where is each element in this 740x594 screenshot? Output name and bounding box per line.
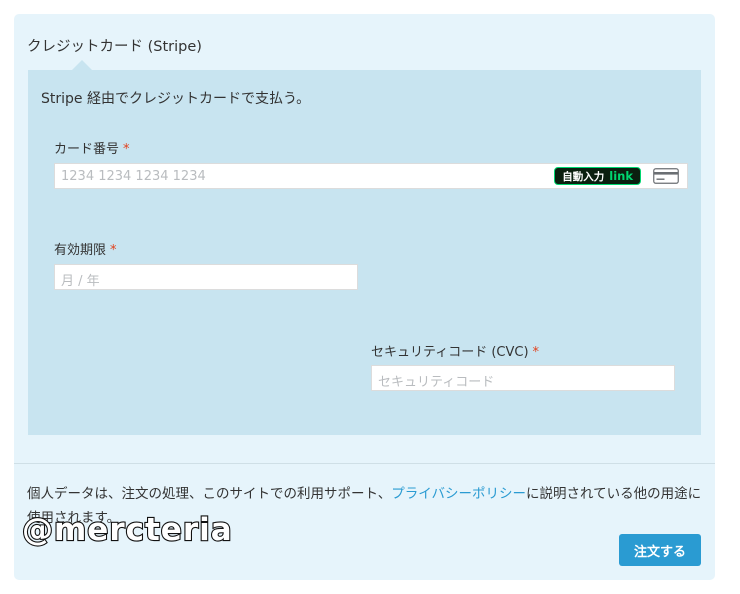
card-number-label: カード番号 * — [54, 138, 130, 157]
payment-box-notch — [72, 60, 92, 70]
link-logo: link — [609, 169, 633, 183]
payment-box: Stripe 経由でクレジットカードで支払う。 カード番号 * 1234 1234… — [28, 60, 701, 435]
required-mark: * — [123, 142, 130, 157]
payment-panel: クレジットカード (Stripe) Stripe 経由でクレジットカードで支払う… — [14, 14, 715, 580]
card-number-label-text: カード番号 — [54, 142, 120, 157]
privacy-policy-link[interactable]: プライバシーポリシー — [391, 486, 526, 502]
cvc-placeholder: セキュリティコード — [378, 375, 495, 390]
privacy-text-before: 個人データは、注文の処理、このサイトでの利用サポート、 — [27, 486, 392, 502]
watermark-logo: @mercteria — [21, 511, 233, 549]
place-order-button[interactable]: 注文する — [619, 534, 701, 566]
payment-description: Stripe 経由でクレジットカードで支払う。 — [41, 91, 311, 107]
payment-method-title[interactable]: クレジットカード (Stripe) — [27, 35, 202, 56]
watermark-text: @mercteria — [22, 512, 233, 548]
card-number-placeholder: 1234 1234 1234 1234 — [61, 169, 206, 184]
credit-card-icon — [653, 168, 679, 184]
expiry-placeholder: 月 / 年 — [61, 274, 100, 289]
link-autofill-button[interactable]: 自動入力 link — [554, 167, 641, 185]
cvc-label: セキュリティコード (CVC) * — [371, 341, 539, 360]
link-autofill-label: 自動入力 — [562, 170, 605, 183]
expiry-label: 有効期限 * — [54, 239, 117, 258]
expiry-label-text: 有効期限 — [54, 243, 107, 258]
card-number-input[interactable]: 1234 1234 1234 1234 自動入力 link — [54, 163, 688, 189]
cvc-label-text: セキュリティコード (CVC) — [371, 345, 529, 360]
required-mark: * — [532, 345, 540, 360]
required-mark: * — [110, 243, 117, 258]
cvc-input[interactable]: セキュリティコード — [371, 365, 675, 391]
expiry-input[interactable]: 月 / 年 — [54, 264, 358, 290]
divider — [14, 463, 715, 464]
